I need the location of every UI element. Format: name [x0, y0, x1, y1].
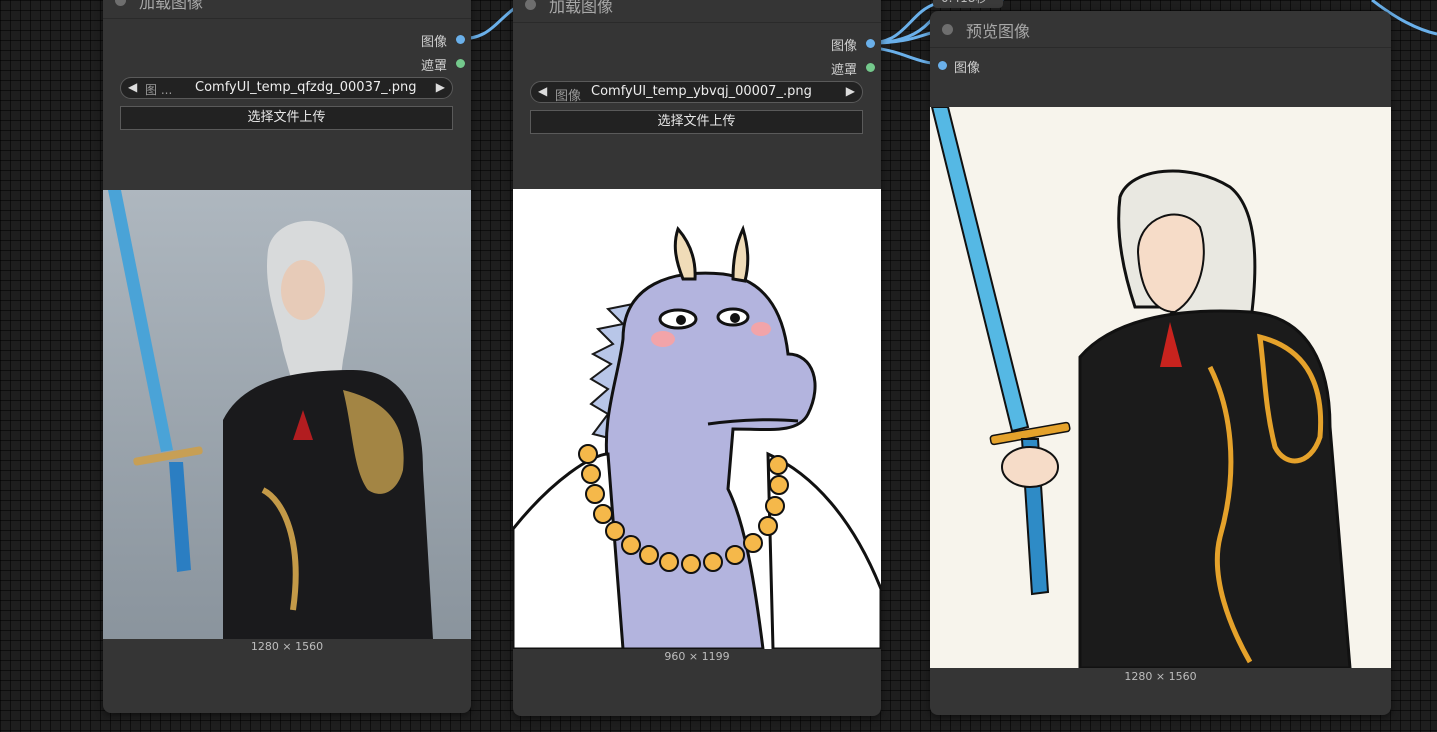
combo-value: ComfyUI_temp_qfzdg_00037_.png: [195, 80, 417, 95]
node-title: 加载图像: [549, 0, 614, 16]
image-size-label: 1280 × 1560: [250, 640, 324, 653]
upload-file-button[interactable]: 选择文件上传: [530, 110, 863, 134]
image-select-combo[interactable]: ◀ 图 ... ComfyUI_temp_qfzdg_00037_.png ▶: [120, 77, 453, 99]
image-size-label: 1280 × 1560: [1124, 670, 1197, 683]
image-preview: [103, 190, 471, 639]
image-select-combo[interactable]: ◀ 图像 ComfyUI_temp_ybvqj_00007_.png ▶: [530, 81, 863, 104]
node-header[interactable]: 加载图像: [513, 0, 881, 23]
combo-next-arrow-icon[interactable]: ▶: [436, 80, 445, 94]
input-label-image: 图像: [954, 61, 981, 76]
node-header[interactable]: 加载图像: [103, 0, 471, 19]
node-title: 加载图像: [139, 0, 204, 12]
image-size-label: 960 × 1199: [664, 650, 730, 663]
node-header[interactable]: 预览图像: [930, 11, 1391, 48]
output-port-mask[interactable]: [866, 63, 875, 72]
load-image-node-2[interactable]: 加载图像 图像 遮罩 ◀ 图像 ComfyUI_temp_ybvqj_00007…: [513, 0, 881, 716]
collapse-dot-icon[interactable]: [942, 24, 953, 35]
combo-label: 图像: [555, 89, 582, 104]
combo-prev-arrow-icon[interactable]: ◀: [128, 80, 137, 94]
output-port-mask[interactable]: [456, 59, 465, 68]
output-port-image[interactable]: [456, 35, 465, 44]
combo-prev-arrow-icon[interactable]: ◀: [538, 84, 547, 98]
anime-swordsman-illustration-icon: [930, 107, 1391, 668]
output-label-image: 图像: [420, 35, 447, 50]
output-label-mask: 遮罩: [830, 63, 857, 78]
cosplay-swordsman-photo-icon: [103, 190, 471, 639]
load-image-node-1[interactable]: 加载图像 图像 遮罩 ◀ 图 ... ComfyUI_temp_qfzdg_00…: [103, 0, 471, 713]
collapse-dot-icon[interactable]: [525, 0, 536, 10]
image-preview: [930, 107, 1391, 668]
combo-value: ComfyUI_temp_ybvqj_00007_.png: [591, 84, 812, 99]
output-port-image[interactable]: [866, 39, 875, 48]
execution-time-badge: 0.418秒: [933, 0, 1003, 8]
node-title: 预览图像: [966, 22, 1031, 41]
output-label-image: 图像: [830, 39, 857, 54]
cartoon-dinosaur-illustration-icon: [513, 189, 881, 649]
upload-file-button[interactable]: 选择文件上传: [120, 106, 453, 130]
combo-label: 图 ...: [145, 83, 173, 97]
collapse-dot-icon[interactable]: [115, 0, 126, 6]
preview-image-node[interactable]: 预览图像 图像 1280 × 1560: [930, 11, 1391, 715]
output-label-mask: 遮罩: [420, 59, 447, 74]
input-port-image[interactable]: [938, 61, 947, 70]
combo-next-arrow-icon[interactable]: ▶: [846, 84, 855, 98]
image-preview: [513, 189, 881, 649]
